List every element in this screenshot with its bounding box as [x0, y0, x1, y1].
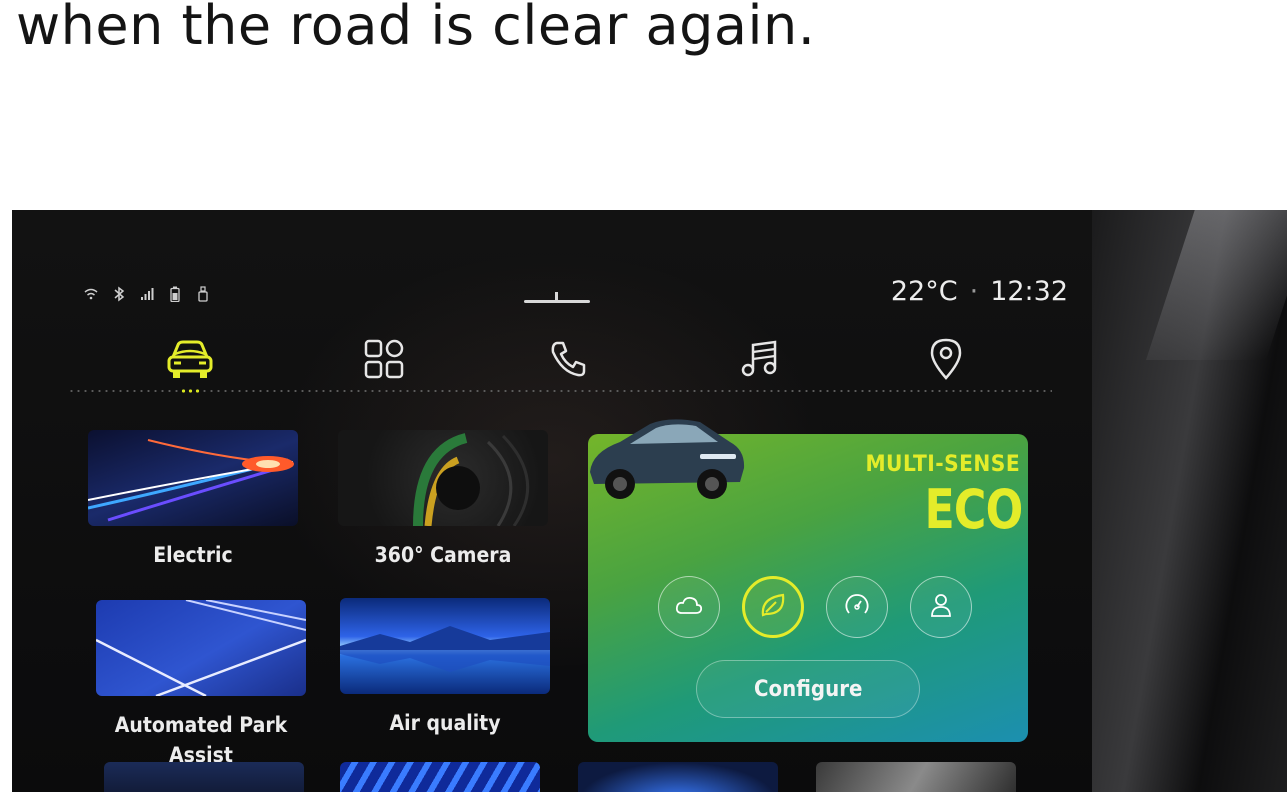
- tile-label: Air quality: [389, 711, 501, 735]
- tile-label: Automated Park Assist: [114, 713, 288, 767]
- wifi-icon: [84, 286, 98, 302]
- mode-comfort-button[interactable]: [658, 576, 720, 638]
- music-icon: [740, 339, 780, 384]
- nav-tab-navigation[interactable]: [916, 334, 976, 388]
- usb-icon: [196, 286, 210, 302]
- tile-air-quality[interactable]: Air quality: [340, 598, 550, 738]
- battery-icon: [168, 286, 182, 302]
- car-icon: [165, 337, 215, 386]
- nav-active-indicator: [180, 389, 200, 393]
- caption-text: when the road is clear again.: [16, 0, 816, 57]
- apps-grid-icon: [364, 339, 404, 384]
- tile-electric[interactable]: Electric: [88, 430, 298, 570]
- configure-button[interactable]: Configure: [696, 660, 920, 718]
- tile-row3-3[interactable]: [578, 762, 778, 792]
- nav-tab-vehicle[interactable]: [160, 334, 220, 388]
- nav-divider: [68, 390, 1052, 392]
- person-icon: [929, 592, 953, 623]
- camera-thumbnail: [338, 430, 548, 526]
- multi-sense-title: MULTI-SENSE: [865, 452, 1020, 477]
- tile-row3-1[interactable]: [104, 762, 304, 792]
- top-navigation: [68, 334, 1068, 388]
- nav-tab-phone[interactable]: [538, 334, 598, 388]
- configure-label: Configure: [753, 676, 863, 702]
- nav-tab-music[interactable]: [730, 334, 790, 388]
- status-icons: [84, 286, 210, 302]
- tile-row3-2[interactable]: [340, 762, 540, 792]
- temperature-readout: 22°C: [890, 276, 958, 307]
- tile-label: Electric: [153, 543, 233, 567]
- signal-icon: [140, 286, 154, 302]
- drive-mode-label: ECO: [924, 478, 1023, 541]
- status-separator: ·: [969, 276, 979, 307]
- home-indicator-tick: [555, 292, 558, 302]
- bluetooth-icon: [112, 286, 126, 302]
- electric-thumbnail: [88, 430, 298, 526]
- location-pin-icon: [928, 337, 964, 386]
- park-assist-thumbnail: [96, 600, 306, 696]
- nav-tab-apps[interactable]: [354, 334, 414, 388]
- speedometer-icon: [844, 592, 870, 623]
- clock: 12:32: [990, 276, 1068, 307]
- mode-personal-button[interactable]: [910, 576, 972, 638]
- multi-sense-card[interactable]: MULTI-SENSE ECO Configure: [588, 419, 1028, 742]
- tile-360-camera[interactable]: 360° Camera: [338, 430, 548, 570]
- car-illustration: [580, 402, 750, 512]
- drive-mode-selector: [658, 576, 972, 638]
- tile-row3-4[interactable]: [816, 762, 1016, 792]
- tile-park-assist[interactable]: Automated Park Assist: [96, 600, 306, 770]
- tile-label: 360° Camera: [374, 543, 512, 567]
- infotainment-photo: 22°C · 12:32 Electric 360° Camera Automa…: [12, 210, 1287, 792]
- leaf-icon: [758, 590, 788, 625]
- infotainment-screen: 22°C · 12:32 Electric 360° Camera Automa…: [68, 268, 1068, 792]
- cloud-icon: [675, 595, 703, 620]
- mode-eco-button[interactable]: [742, 576, 804, 638]
- air-quality-thumbnail: [340, 598, 550, 694]
- phone-icon: [548, 339, 588, 384]
- status-info: 22°C · 12:32: [828, 276, 1068, 307]
- mode-sport-button[interactable]: [826, 576, 888, 638]
